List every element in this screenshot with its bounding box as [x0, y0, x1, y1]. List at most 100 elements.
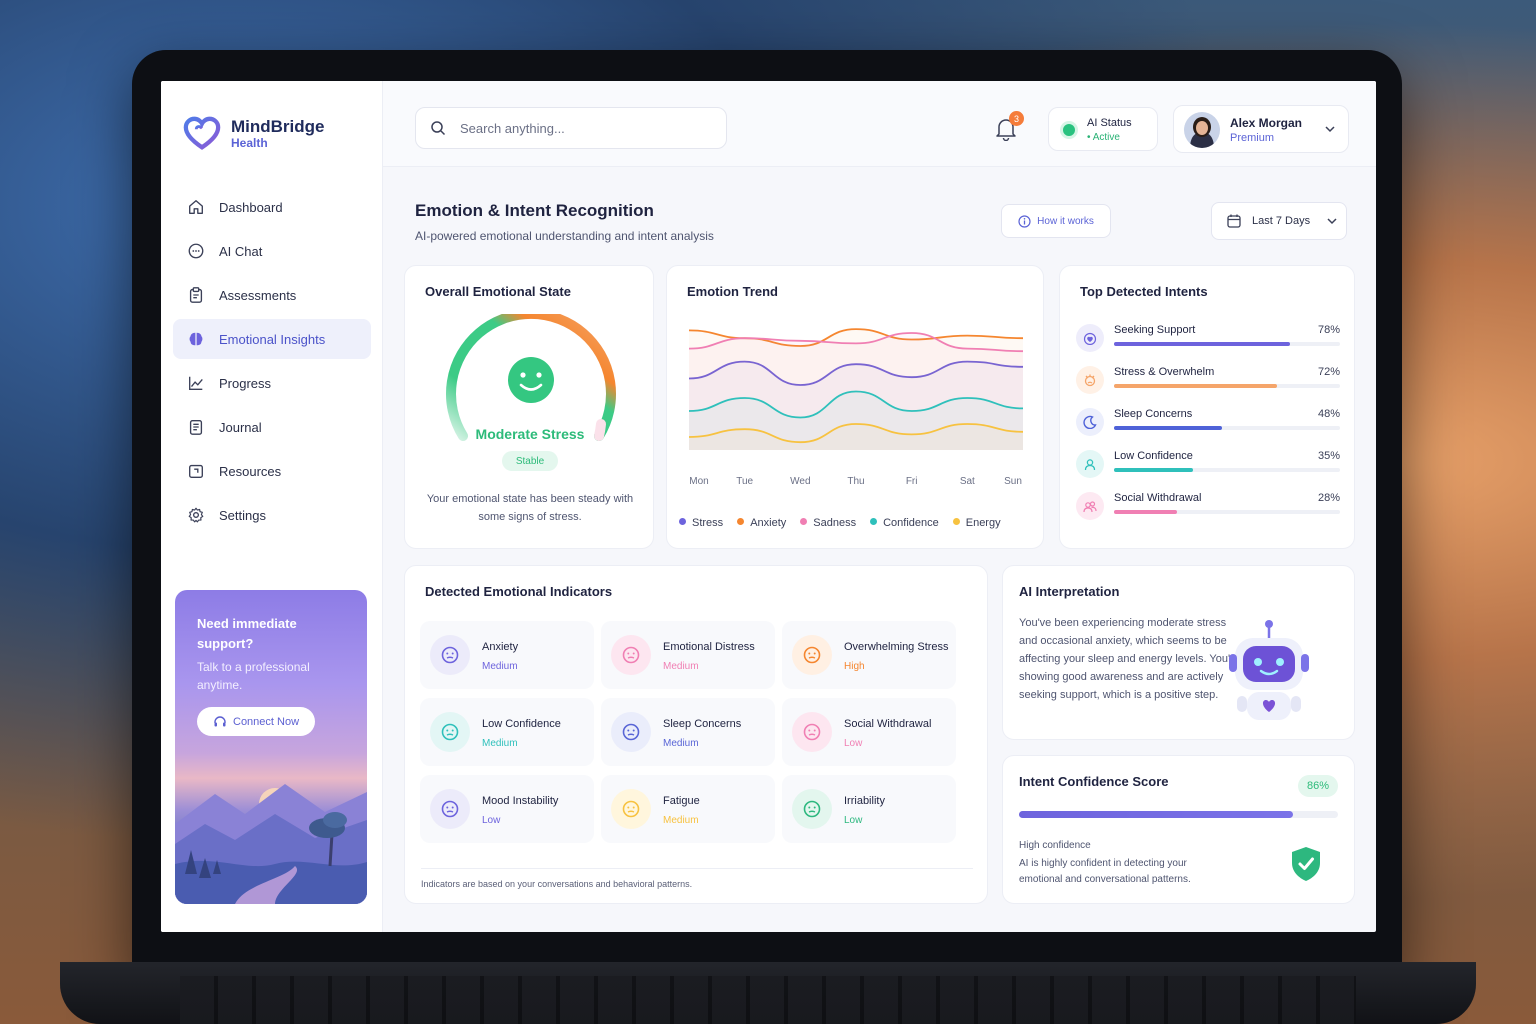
intent-icon: [1076, 450, 1104, 478]
confidence-bar-fill: [1019, 811, 1294, 818]
state-description: Your emotional state has been steady wit…: [426, 493, 634, 523]
x-tick-label: Sat: [960, 476, 975, 487]
legend-item[interactable]: Anxiety: [737, 517, 786, 529]
sidebar-item-dashboard[interactable]: Dashboard: [173, 187, 371, 227]
legend-item[interactable]: Confidence: [870, 517, 939, 529]
emotion-trend-card: Emotion Trend Mon Tue Wed Thu Fri Sat Sun Stre…: [666, 265, 1044, 549]
indicator-note: Indicators are based on your conversatio…: [421, 868, 973, 889]
indicator-level: Medium: [663, 738, 699, 749]
indicator-item[interactable]: Sleep Concerns Medium: [601, 698, 775, 766]
emotion-face-icon: [803, 723, 821, 741]
notification-badge: 3: [1009, 111, 1024, 126]
indicator-level: Low: [844, 815, 863, 826]
support-card: Need immediate support? Talk to a profes…: [175, 590, 367, 904]
sidebar-item-label: Resources: [219, 463, 282, 479]
legend-item[interactable]: Energy: [952, 517, 1001, 529]
emotion-face-icon: [622, 646, 640, 664]
indicator-icon: [430, 712, 470, 752]
indicator-item[interactable]: Low Confidence Medium: [420, 698, 594, 766]
topbar: 3 AI Status • Active Alex Morgan Premium: [383, 81, 1376, 167]
ai-interpretation-card: AI Interpretation You've been experienci…: [1002, 565, 1355, 740]
sidebar-item-ai-chat[interactable]: AI Chat: [173, 231, 371, 271]
brand-logo[interactable]: MindBridge Health: [183, 115, 325, 153]
indicator-level: High: [844, 661, 865, 672]
user-avatar-icon: [1184, 112, 1220, 148]
date-range-select[interactable]: Last 7 Days: [1211, 202, 1347, 240]
state-label: Moderate Stress: [475, 426, 585, 442]
sidebar-item-settings[interactable]: Settings: [173, 495, 371, 535]
intent-bar-fill: [1114, 510, 1178, 514]
card-title: Detected Emotional Indicators: [425, 584, 613, 599]
sidebar-item-label: Journal: [219, 419, 262, 435]
indicator-level: Medium: [482, 738, 518, 749]
indicator-level: Medium: [663, 815, 699, 826]
connect-now-label: Connect Now: [233, 715, 300, 728]
emotional-indicators-card: Detected Emotional Indicators Anxiety Med…: [404, 565, 988, 904]
user-menu[interactable]: Alex Morgan Premium: [1173, 105, 1349, 153]
brand-name: MindBridge: [231, 117, 325, 136]
indicator-item[interactable]: Fatigue Medium: [601, 775, 775, 843]
legend-label: Confidence: [883, 517, 939, 529]
card-title: Emotion Trend: [687, 284, 778, 299]
legend-item[interactable]: Stress: [679, 517, 723, 529]
indicator-item[interactable]: Overwhelming Stress High: [782, 621, 956, 689]
moon-icon: [1083, 415, 1097, 429]
intent-bar: [1114, 426, 1340, 430]
indicator-item[interactable]: Irriability Low: [782, 775, 956, 843]
indicator-name: Anxiety: [482, 641, 519, 653]
emotion-face-icon: [803, 800, 821, 818]
intent-bar-fill: [1114, 426, 1223, 430]
intent-bar-fill: [1114, 342, 1291, 346]
connect-now-button[interactable]: Connect Now: [197, 707, 316, 736]
indicator-item[interactable]: Social Withdrawal Low: [782, 698, 956, 766]
indicator-level: Low: [844, 738, 863, 749]
intent-icon: [1076, 324, 1104, 352]
intent-row[interactable]: Sleep Concerns 48%: [1076, 404, 1340, 440]
intent-row[interactable]: Stress & Overwhelm 72%: [1076, 362, 1340, 398]
status-badge: Stable: [502, 451, 558, 471]
sidebar-item-label: AI Chat: [219, 243, 263, 259]
emotional-state-card: Overall Emotional State Moderate Stress …: [404, 265, 654, 549]
intent-percent: 28%: [1317, 492, 1340, 504]
intent-name: Low Confidence: [1114, 450, 1193, 462]
emotion-face-icon: [803, 646, 821, 664]
legend-item[interactable]: Sadness: [800, 517, 856, 529]
ai-status-widget[interactable]: AI Status • Active: [1048, 107, 1158, 151]
emotion-face-icon: [622, 723, 640, 741]
indicator-name: Overwhelming Stress: [844, 641, 949, 653]
indicator-item[interactable]: Emotional Distress Medium: [601, 621, 775, 689]
search-input[interactable]: [460, 120, 700, 136]
sidebar-item-assessments[interactable]: Assessments: [173, 275, 371, 315]
legend-label: Energy: [965, 517, 1001, 529]
search-box[interactable]: [415, 107, 727, 149]
confidence-badge: 86%: [1298, 775, 1338, 797]
support-title: Need immediate support?: [197, 616, 297, 651]
intent-row[interactable]: Low Confidence 35%: [1076, 446, 1340, 482]
how-it-works-button[interactable]: How it works: [1001, 204, 1111, 238]
intent-bar: [1114, 468, 1340, 472]
legend-swatch: [952, 518, 960, 525]
indicator-item[interactable]: Mood Instability Low: [420, 775, 594, 843]
hands-heart-icon: [1083, 332, 1097, 345]
intent-icon: [1076, 408, 1104, 436]
intent-name: Stress & Overwhelm: [1114, 366, 1215, 378]
sidebar-item-progress[interactable]: Progress: [173, 363, 371, 403]
info-icon: [1018, 214, 1031, 228]
calendar-icon: [1227, 214, 1241, 228]
card-title: Overall Emotional State: [425, 284, 571, 299]
sidebar-item-label: Assessments: [219, 287, 297, 303]
intent-percent: 35%: [1317, 450, 1340, 462]
sidebar-item-label: Dashboard: [219, 199, 283, 215]
intent-row[interactable]: Seeking Support 78%: [1076, 320, 1340, 356]
intent-row[interactable]: Social Withdrawal 28%: [1076, 488, 1340, 524]
search-icon: [431, 121, 446, 136]
emotion-trend-chart: Mon Tue Wed Thu Fri Sat Sun: [688, 328, 1024, 487]
sidebar-item-emotional-insights[interactable]: Emotional Insights: [173, 319, 371, 359]
indicator-item[interactable]: Anxiety Medium: [420, 621, 594, 689]
sidebar-item-resources[interactable]: Resources: [173, 451, 371, 491]
legend-swatch: [870, 518, 878, 525]
sidebar-item-journal[interactable]: Journal: [173, 407, 371, 447]
intent-icon: [1076, 366, 1104, 394]
confidence-text: AI is highly confident in detecting your…: [1019, 858, 1191, 885]
page-title: Emotion & Intent Recognition: [415, 201, 654, 220]
